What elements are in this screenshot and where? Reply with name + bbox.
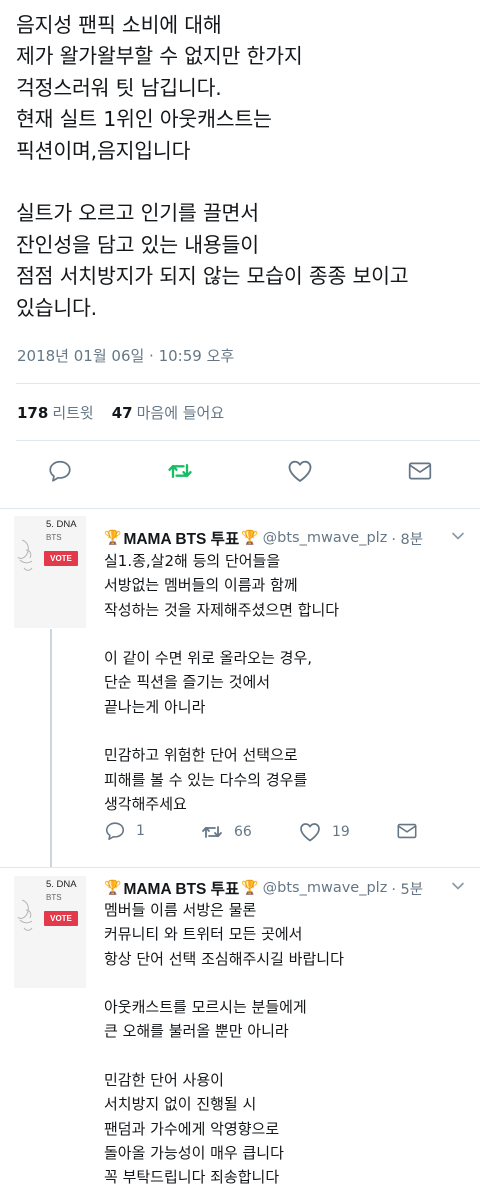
envelope-icon xyxy=(397,823,417,839)
tweet-timestamp[interactable]: 2018년 01월 06일 · 10:59 오후 xyxy=(17,345,234,366)
likes-label[interactable]: 마음에 들어요 xyxy=(137,402,225,423)
reply-line: 이 같이 수면 위로 올라오는 경우, xyxy=(104,649,313,668)
trophy-icon: 🏆 xyxy=(104,530,122,546)
reply-time[interactable]: · 5분 xyxy=(391,878,423,899)
reply-line: 끝나는게 아니라 xyxy=(104,697,206,716)
reply-actions: 1 66 19 xyxy=(104,820,444,844)
retweet-icon xyxy=(202,826,222,838)
reply-text: 멤버들 이름 서방은 물론 커뮤니티 와 트위터 모든 곳에서 항상 단어 선택… xyxy=(104,898,464,1184)
reply-icon xyxy=(49,460,71,482)
chevron-down-icon[interactable] xyxy=(451,879,465,893)
envelope-icon xyxy=(408,462,432,480)
retweet-count: 66 xyxy=(234,824,252,840)
reply-line: 항상 단어 선택 조심해주시길 바랍니다 xyxy=(104,949,344,968)
reply-line: 멤버들 이름 서방은 물론 xyxy=(104,901,257,919)
heart-icon xyxy=(288,460,312,482)
retweet-icon xyxy=(168,464,192,478)
like-button[interactable] xyxy=(284,455,316,487)
reply-count: 1 xyxy=(136,823,145,839)
wing-decoration-icon xyxy=(17,539,33,571)
tweet-line: 현재 실트 1위인 아웃캐스트는 xyxy=(16,107,272,132)
divider xyxy=(0,867,480,868)
avatar-rank: 5. DNA xyxy=(46,879,77,890)
tweet-line: 음지성 팬픽 소비에 대해 xyxy=(16,13,222,37)
share-button[interactable] xyxy=(396,820,418,842)
heart-icon xyxy=(300,823,320,842)
chevron-down-icon[interactable] xyxy=(451,529,465,543)
reply-time[interactable]: · 8분 xyxy=(391,528,423,549)
tweet-line: 픽션이며,음지입니다 xyxy=(16,138,191,163)
vote-badge: VOTE xyxy=(44,551,78,566)
reply-line-gap xyxy=(104,622,464,646)
retweet-button[interactable] xyxy=(164,455,196,487)
reply-line: 작성하는 것을 자제해주셨으면 합니다 xyxy=(104,600,340,619)
reply-line: 꼭 부탁드립니다 죄송합니다 xyxy=(104,1168,280,1184)
reply-line-gap xyxy=(104,719,464,743)
tweet-text: 음지성 팬픽 소비에 대해 제가 왈가왈부할 수 없지만 한가지 걱정스러워 팃… xyxy=(16,10,472,324)
tweet-line: 걱정스러워 팃 남깁니다. xyxy=(16,75,222,100)
retweets-label[interactable]: 리트윗 xyxy=(52,402,93,423)
reply-line: 생각해주세요 xyxy=(104,794,187,813)
author-handle[interactable]: @bts_mwave_plz xyxy=(263,530,388,546)
tweet-actions xyxy=(0,455,480,495)
divider xyxy=(16,383,480,384)
tweet-stats: 178 리트윗 47 마음에 들어요 xyxy=(17,402,224,423)
avatar-group: BTS xyxy=(46,533,62,542)
reply-header: 🏆 MAMA BTS 투표 🏆 @bts_mwave_plz · 8분 xyxy=(104,527,423,549)
like-button[interactable]: 19 xyxy=(298,820,350,844)
avatar-group: BTS xyxy=(46,893,62,902)
trophy-icon: 🏆 xyxy=(104,880,122,896)
reply-line: 민감한 단어 사용이 xyxy=(104,1071,224,1090)
reply-line: 큰 오해를 불러올 뿐만 아니라 xyxy=(104,1022,289,1041)
trophy-icon: 🏆 xyxy=(241,880,259,896)
avatar[interactable]: 5. DNA BTS VOTE xyxy=(14,876,86,988)
reply-header: 🏆 MAMA BTS 투표 🏆 @bts_mwave_plz · 5분 xyxy=(104,877,423,899)
reply-line: 민감하고 위험한 단어 선택으로 xyxy=(104,746,298,765)
reply-line: 팬덤과 가수에게 악영향으로 xyxy=(104,1119,280,1138)
reply-line: 서방없는 멤버들의 이름과 함께 xyxy=(104,576,298,595)
reply-button[interactable]: 1 xyxy=(104,820,145,842)
vote-badge: VOTE xyxy=(44,911,78,926)
reply-button[interactable] xyxy=(44,455,76,487)
like-count: 19 xyxy=(332,824,350,840)
reply-line: 커뮤니티 와 트위터 모든 곳에서 xyxy=(104,925,303,944)
thread-line xyxy=(50,629,52,867)
retweets-count[interactable]: 178 xyxy=(17,404,48,422)
likes-count[interactable]: 47 xyxy=(112,404,133,422)
tweet-line: 점점 서치방지가 되지 않는 모습이 종종 보이고 xyxy=(16,264,409,289)
retweet-button[interactable]: 66 xyxy=(200,820,252,844)
reply-line: 실1.종,살2해 등의 단어들을 xyxy=(104,552,281,570)
divider xyxy=(16,440,480,441)
reply-line: 아웃캐스트를 모르시는 분들에게 xyxy=(104,998,307,1017)
tweet-line: 있습니다. xyxy=(16,295,97,320)
reply-line: 피해를 볼 수 있는 다수의 경우를 xyxy=(104,770,308,789)
avatar-rank: 5. DNA xyxy=(46,519,77,530)
wing-decoration-icon xyxy=(17,899,33,931)
author-name[interactable]: MAMA BTS 투표 xyxy=(123,877,239,899)
tweet-line: 잔인성을 담고 있는 내용들이 xyxy=(16,232,259,257)
trophy-icon: 🏆 xyxy=(241,530,259,546)
avatar[interactable]: 5. DNA BTS VOTE xyxy=(14,516,86,628)
divider xyxy=(0,508,480,509)
reply-line: 단순 픽션을 즐기는 것에서 xyxy=(104,673,271,692)
author-name[interactable]: MAMA BTS 투표 xyxy=(123,527,239,549)
reply-line-gap xyxy=(104,1044,464,1068)
tweet-line: 실트가 오르고 인기를 끌면서 xyxy=(16,201,259,226)
tweet-line-gap xyxy=(16,167,472,198)
reply-line: 서치방지 없이 진행될 시 xyxy=(104,1095,257,1114)
reply-text: 실1.종,살2해 등의 단어들을 서방없는 멤버들의 이름과 함께 작성하는 것… xyxy=(104,549,464,816)
author-handle[interactable]: @bts_mwave_plz xyxy=(263,880,388,896)
reply-line: 돌아올 가능성이 매우 큽니다 xyxy=(104,1143,284,1162)
tweet-line: 제가 왈가왈부할 수 없지만 한가지 xyxy=(16,44,303,69)
share-button[interactable] xyxy=(404,455,436,487)
reply-icon xyxy=(105,822,125,841)
reply-line-gap xyxy=(104,971,464,995)
